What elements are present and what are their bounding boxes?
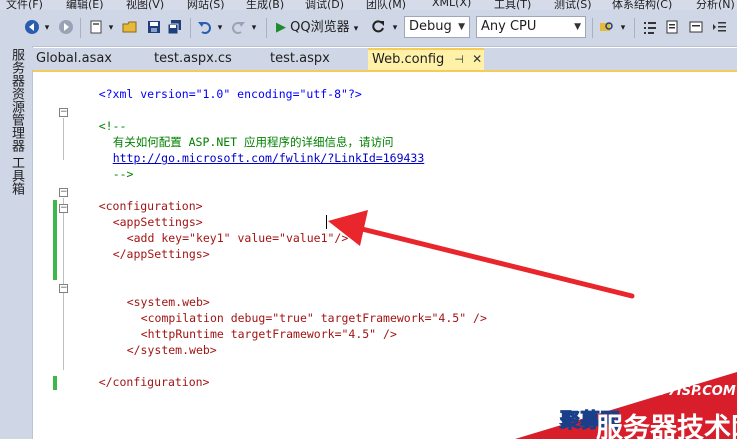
watermark-slogan: 服务器技术网 [596,413,737,444]
watermark-url: WWW.77ISP.COM [612,384,736,399]
